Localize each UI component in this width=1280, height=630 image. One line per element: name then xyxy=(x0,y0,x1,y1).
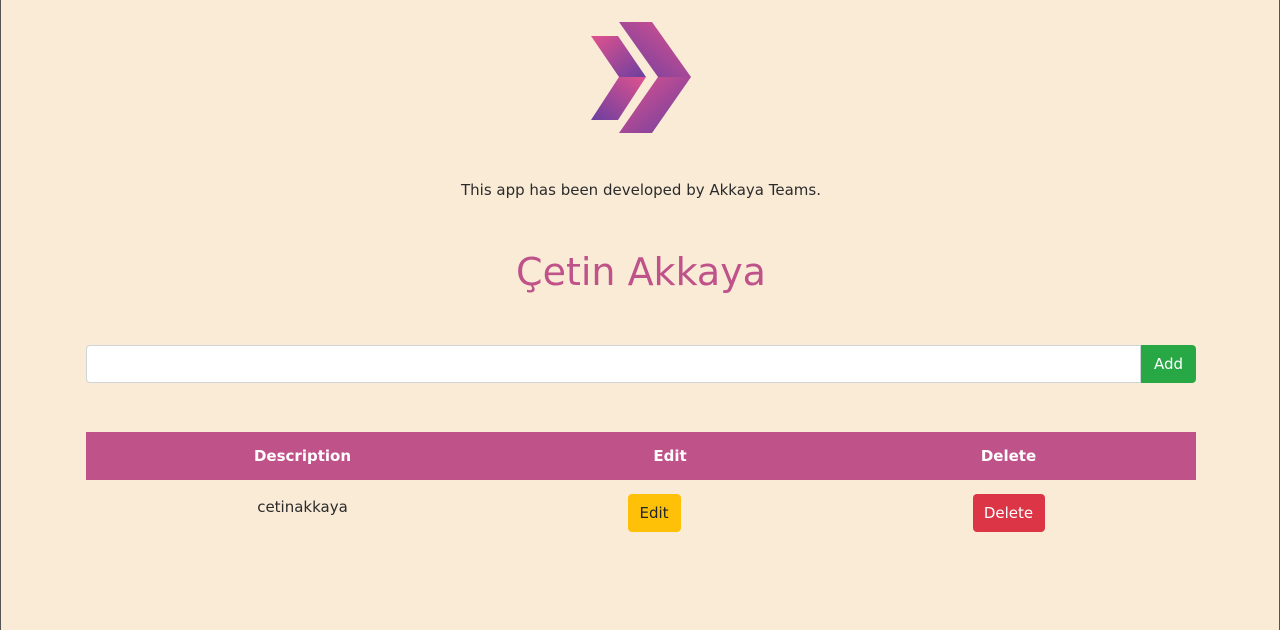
page-title: Çetin Akkaya xyxy=(516,250,766,294)
delete-cell: Delete xyxy=(821,480,1196,532)
delete-button[interactable]: Delete xyxy=(972,494,1045,532)
column-header-edit: Edit xyxy=(653,447,687,465)
description-input[interactable] xyxy=(86,345,1141,383)
edit-cell: Edit xyxy=(519,480,821,532)
column-header-description: Description xyxy=(253,447,352,465)
add-button[interactable]: Add xyxy=(1141,345,1196,383)
table-header-row: Description Edit Delete xyxy=(86,432,1196,480)
description-cell: cetinakkaya xyxy=(257,498,348,516)
column-header-delete: Delete xyxy=(980,447,1037,465)
todo-table: Description Edit Delete cetinakkaya Edit… xyxy=(86,432,1196,532)
edit-button[interactable]: Edit xyxy=(627,494,681,532)
developer-credit: This app has been developed by Akkaya Te… xyxy=(461,181,821,199)
table-row: cetinakkaya Edit Delete xyxy=(86,480,1196,532)
double-chevron-logo-icon xyxy=(591,22,691,133)
